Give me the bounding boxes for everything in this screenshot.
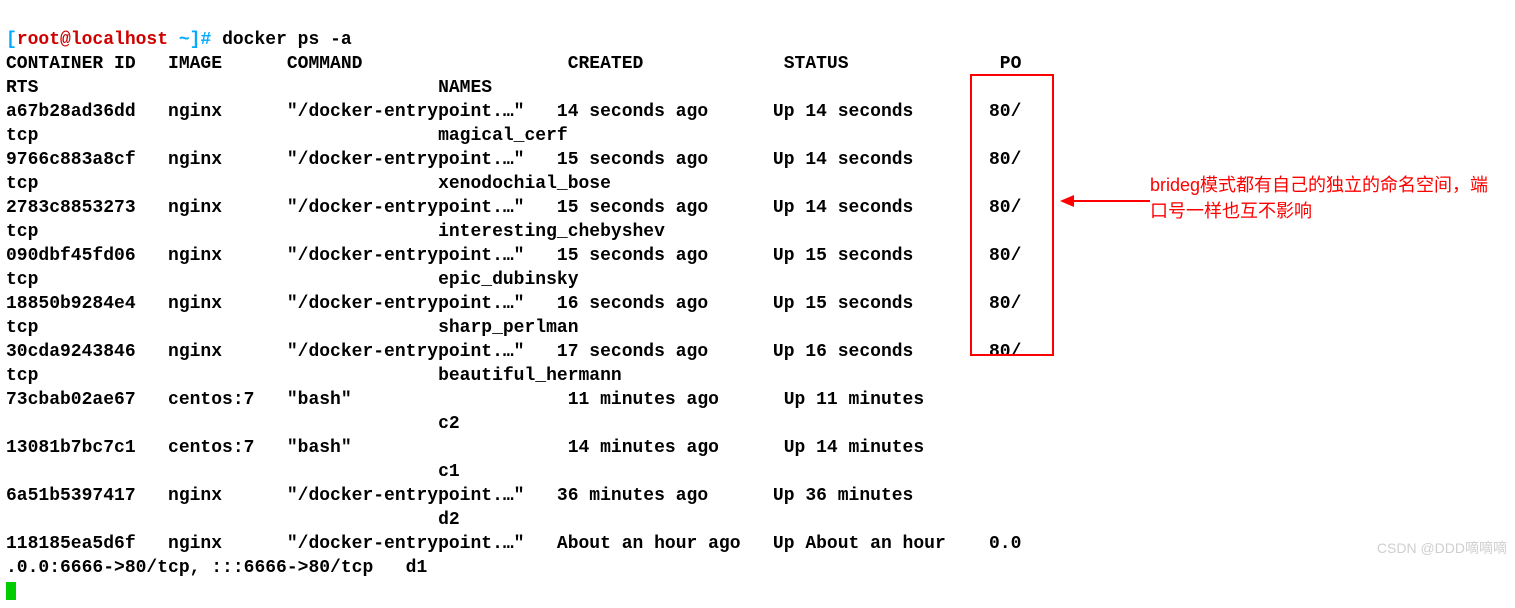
table-row: c1 [6,462,460,482]
header-line-1: CONTAINER ID IMAGE COMMAND CREATED STATU… [6,54,1021,74]
table-row: 9766c883a8cf nginx "/docker-entrypoint.…… [6,150,1021,170]
table-row: 30cda9243846 nginx "/docker-entrypoint.…… [6,342,1021,362]
watermark-text: CSDN @DDD嘀嘀嘀 [1377,538,1507,558]
annotation-text: brideg模式都有自己的独立的命名空间，端口号一样也互不影响 [1150,172,1490,224]
header-line-2: RTS NAMES [6,78,492,98]
table-row: 73cbab02ae67 centos:7 "bash" 11 minutes … [6,390,924,410]
terminal-cursor [6,582,16,600]
prompt-user-host: root@localhost [17,30,168,50]
table-row: tcp magical_cerf [6,126,568,146]
table-row: 2783c8853273 nginx "/docker-entrypoint.…… [6,198,1021,218]
table-row: 6a51b5397417 nginx "/docker-entrypoint.…… [6,486,913,506]
table-row: .0.0:6666->80/tcp, :::6666->80/tcp d1 [6,558,427,578]
prompt-bracket-close: ]# [190,30,212,50]
table-row: d2 [6,510,460,530]
prompt-bracket-open: [ [6,30,17,50]
table-row: tcp interesting_chebyshev [6,222,665,242]
table-row: tcp beautiful_hermann [6,366,622,386]
table-row: tcp sharp_perlman [6,318,579,338]
table-row: 13081b7bc7c1 centos:7 "bash" 14 minutes … [6,438,924,458]
table-row: tcp xenodochial_bose [6,174,611,194]
table-row: tcp epic_dubinsky [6,270,579,290]
table-row: a67b28ad36dd nginx "/docker-entrypoint.…… [6,102,1021,122]
prompt-path: ~ [168,30,190,50]
terminal-output: [root@localhost ~]# docker ps -a CONTAIN… [0,0,1515,608]
table-row: 118185ea5d6f nginx "/docker-entrypoint.…… [6,534,1021,554]
table-row: 090dbf45fd06 nginx "/docker-entrypoint.…… [6,246,1021,266]
table-row: c2 [6,414,460,434]
table-row: 18850b9284e4 nginx "/docker-entrypoint.…… [6,294,1021,314]
command-text: docker ps -a [211,30,351,50]
